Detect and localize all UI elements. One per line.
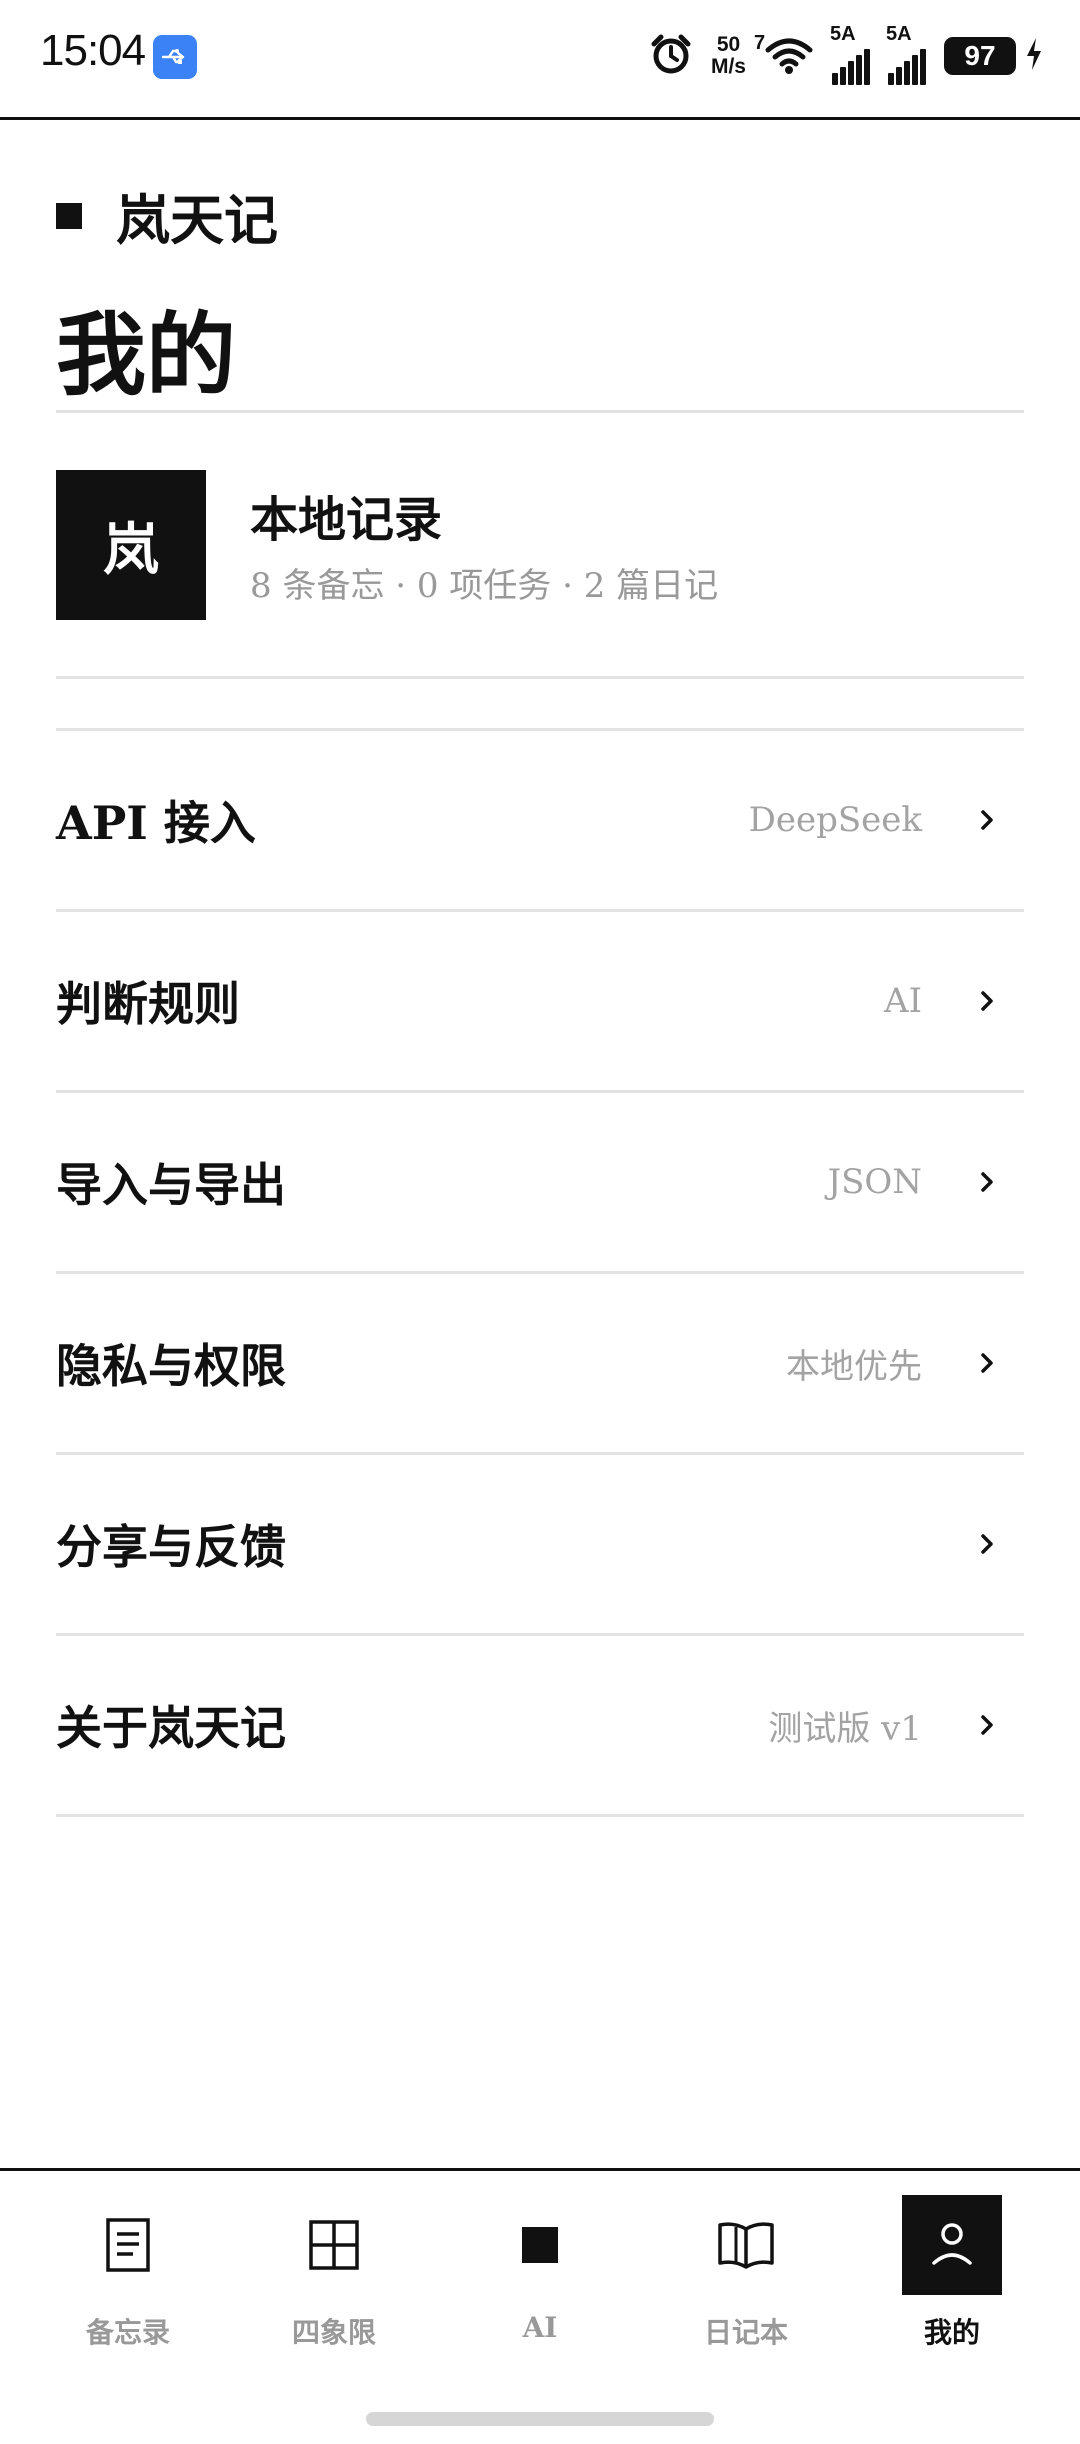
menu-item-import-export[interactable]: 导入与导出 JSON [56,1093,1024,1274]
menu-item-value: JSON [827,1162,922,1202]
menu-item-about[interactable]: 关于岚天记 测试版 v1 [56,1636,1024,1817]
alarm-icon [649,32,693,81]
chevron-right-icon [981,1172,993,1192]
chevron-right-icon [981,810,993,830]
chevron-right-icon [981,1353,993,1373]
brand-logo-square [56,202,82,229]
chevron-right-icon [981,991,993,1011]
header-divider [56,410,1024,413]
network-speed: 50 M/s [711,34,746,78]
nav-item-profile[interactable]: 我的 [887,2195,1017,2351]
usb-icon [153,35,197,79]
nav-item-memo[interactable]: 备忘录 [63,2195,193,2351]
book-icon [696,2195,796,2295]
nav-label: AI [522,2311,558,2344]
menu-item-value: 测试版 v1 [768,1708,922,1749]
nav-item-quadrant[interactable]: 四象限 [269,2195,399,2351]
menu-item-label: 判断规则 [56,977,240,1031]
menu-item-value: AI [884,981,922,1021]
menu-item-api[interactable]: API 接入 DeepSeek [56,731,1024,912]
chevron-right-icon [981,1715,993,1735]
nav-item-diary[interactable]: 日记本 [681,2195,811,2351]
menu-item-label: 导入与导出 [56,1158,286,1212]
menu-item-label: 关于岚天记 [56,1701,286,1755]
network-speed-unit: M/s [710,55,746,78]
charging-icon [1024,36,1044,77]
nav-item-ai[interactable]: AI [475,2195,605,2344]
quadrant-icon [284,2195,384,2295]
sim1-label: 5A [830,23,856,45]
app-name: 岚天记 [116,188,278,252]
settings-menu: API 接入 DeepSeek 判断规则 AI 导入与导出 JSON 隐私与权限… [56,728,1024,1817]
page-title: 我的 [56,302,236,408]
menu-item-label: 分享与反馈 [56,1520,286,1574]
home-indicator[interactable] [366,2412,714,2426]
nav-label: 日记本 [703,2316,788,2349]
chevron-right-icon [981,1534,993,1554]
avatar: 岚 [56,470,206,620]
menu-item-label: API 接入 [56,796,256,850]
signal-icon: 5A [830,23,870,85]
signal-icon: 5A [886,23,926,85]
status-bar: 15:04 50 M/s 7 5A 5A 97 [0,0,1080,120]
nav-label: 四象限 [291,2316,376,2349]
profile-stats: 8 条备忘 · 0 项任务 · 2 篇日记 [250,566,719,606]
menu-item-rules[interactable]: 判断规则 AI [56,912,1024,1093]
brand-row: 岚天记 [56,176,278,255]
bottom-nav: 备忘录 四象限 AI 日记本 我的 [0,2168,1080,2444]
nav-label: 我的 [923,2316,980,2349]
menu-item-value: 本地优先 [786,1346,922,1387]
nav-label: 备忘录 [85,2316,170,2349]
profile-divider [56,676,1024,679]
menu-item-share-feedback[interactable]: 分享与反馈 [56,1455,1024,1636]
sim2-label: 5A [886,23,912,45]
menu-item-value: DeepSeek [748,800,922,840]
status-time: 15:04 [40,26,146,75]
wifi-icon: 7 [754,32,814,76]
status-icons: 50 M/s 7 5A 5A 97 [649,23,1044,85]
profile-name: 本地记录 [250,492,443,548]
ai-square-icon [490,2195,590,2295]
battery-icon: 97 [944,37,1016,75]
wifi-label: 7 [754,32,766,54]
menu-item-label: 隐私与权限 [56,1339,286,1393]
user-icon [902,2195,1002,2295]
network-speed-value: 50 [716,33,741,56]
memo-icon [78,2195,178,2295]
menu-item-privacy[interactable]: 隐私与权限 本地优先 [56,1274,1024,1455]
